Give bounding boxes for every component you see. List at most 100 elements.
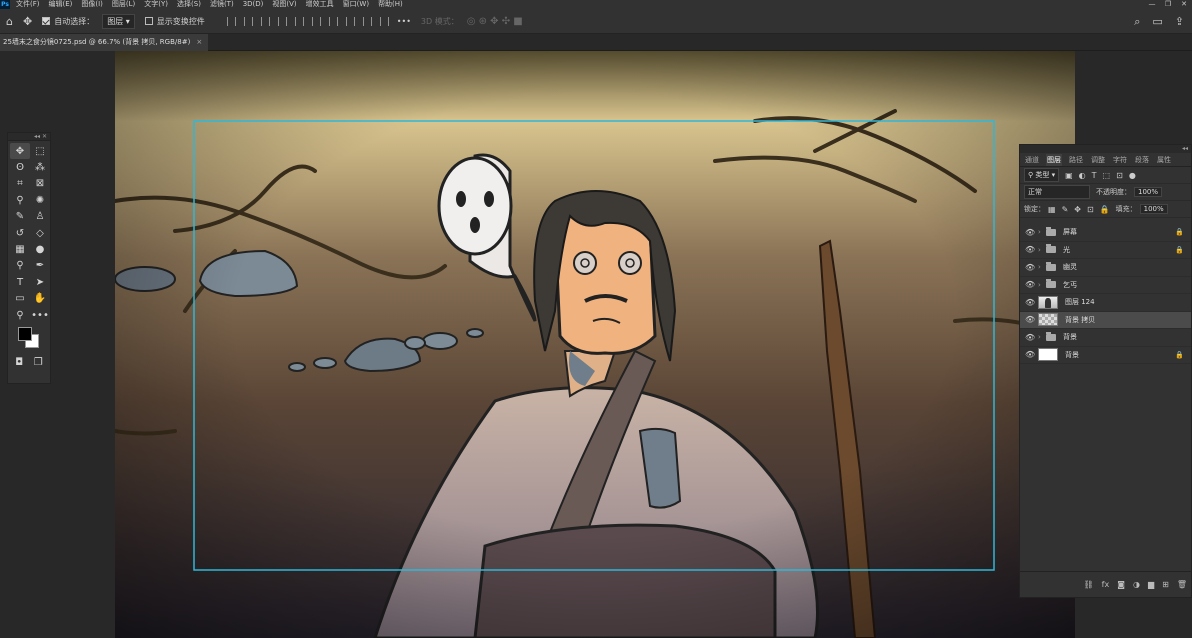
photoshop-logo[interactable]: Ps [0,0,10,9]
pen-tool-icon[interactable]: ✒ [30,258,50,274]
blend-mode-dropdown[interactable]: 正常 [1024,185,1090,199]
workspace-icon[interactable]: ▭ [1152,15,1162,28]
close-tab-icon[interactable]: × [196,34,202,51]
filter-kind-icon[interactable]: ◐ [1079,171,1086,180]
expand-chevron-icon[interactable]: › [1038,246,1046,254]
panel-footer-icon[interactable]: ⊞ [1162,580,1169,589]
layer-row[interactable]: 👁 › 乞丐 [1020,277,1191,294]
lock-option-icon[interactable]: ✥ [1074,205,1081,214]
distribute-right-icon[interactable] [362,16,372,26]
filter-kind-icon[interactable]: ⬚ [1103,171,1111,180]
lock-option-icon[interactable]: ▦ [1048,205,1056,214]
menu-item[interactable]: 图层(L) [112,0,135,9]
search-icon[interactable]: ⌕ [1134,15,1140,29]
screen-mode-icon[interactable]: ❐ [34,357,43,368]
panel-tab[interactable]: 属性 [1156,154,1172,166]
align-right-icon[interactable] [260,16,270,26]
lasso-tool-icon[interactable]: ʘ [10,159,30,175]
menu-item[interactable]: 图像(I) [81,0,103,9]
expand-chevron-icon[interactable]: › [1038,263,1046,271]
panel-header[interactable]: ◂◂ [1020,145,1191,153]
frame-tool-icon[interactable]: ⊠ [30,176,50,192]
menu-item[interactable]: 滤镜(T) [210,0,234,9]
expand-chevron-icon[interactable]: › [1038,333,1046,341]
distribute-center-icon[interactable] [345,16,355,26]
lock-option-icon[interactable]: ⊡ [1087,205,1094,214]
visibility-eye-icon[interactable]: 👁 [1025,280,1038,289]
panel-tab[interactable]: 图层 [1046,154,1062,166]
canvas[interactable] [115,51,1075,638]
dodge-tool-icon[interactable]: ⚲ [10,258,30,274]
eyedropper-tool-icon[interactable]: ⚲ [10,192,30,208]
align-top-icon[interactable] [277,16,287,26]
restore-icon[interactable]: ❐ [1160,0,1176,9]
panel-tab[interactable]: 段落 [1134,154,1150,166]
spot-healing-tool-icon[interactable]: ✺ [30,192,50,208]
opacity-input[interactable]: 100% [1134,187,1163,197]
menu-item[interactable]: 3D(D) [243,0,264,9]
fill-input[interactable]: 100% [1139,204,1168,214]
panel-tab[interactable]: 路径 [1068,154,1084,166]
foreground-color-swatch[interactable] [18,327,32,342]
blur-tool-icon[interactable]: ● [30,241,50,257]
gradient-tool-icon[interactable]: ▦ [10,241,30,257]
stamp-tool-icon[interactable]: ♙ [30,209,50,225]
move-tool-icon[interactable]: ✥ [23,9,32,33]
3d-orbit-icon[interactable]: ◎ ⊛ ✥ ✣ ■ [467,16,523,27]
more-options-icon[interactable]: ••• [397,9,411,33]
layer-row[interactable]: 👁 › 背景 [1020,329,1191,347]
visibility-eye-icon[interactable]: 👁 [1025,228,1038,237]
panel-tab[interactable]: 通道 [1024,154,1040,166]
panel-tab[interactable]: 调整 [1090,154,1106,166]
menu-item[interactable]: 帮助(H) [378,0,403,9]
auto-select-checkbox[interactable] [42,17,51,25]
document-tab[interactable]: 25墙末之食分镜0725.psd @ 66.7% (背景 拷贝, RGB/8#)… [0,34,209,51]
distribute-left-icon[interactable] [328,16,338,26]
panel-footer-icon[interactable]: ◙ [1117,580,1125,589]
align-center-icon[interactable] [243,16,253,26]
menu-item[interactable]: 窗口(W) [343,0,369,9]
share-icon[interactable]: ⇪ [1175,15,1184,28]
panel-footer-icon[interactable]: fx [1102,580,1110,589]
align-middle-icon[interactable] [294,16,304,26]
filter-kind-icon[interactable]: ▣ [1065,171,1073,180]
move-tool-icon[interactable]: ✥ [10,143,30,160]
layer-row[interactable]: 👁 › 幽灵 [1020,259,1191,277]
lock-option-icon[interactable]: ✎ [1062,205,1069,214]
panel-footer-icon[interactable]: ▆ [1148,580,1154,589]
menu-item[interactable]: 视图(V) [272,0,296,9]
layer-filter-dropdown[interactable]: ⚲ 类型 ▾ [1024,168,1060,182]
lock-option-icon[interactable]: 🔒 [1100,205,1110,214]
align-left-icon[interactable] [226,16,236,26]
menu-item[interactable]: 选择(S) [177,0,201,9]
visibility-eye-icon[interactable]: 👁 [1025,315,1038,324]
layer-row[interactable]: 👁 背景 🔒 [1020,347,1191,364]
minimize-icon[interactable]: — [1144,0,1160,9]
expand-chevron-icon[interactable]: › [1038,281,1046,289]
auto-select-dropdown[interactable]: 图层 ▾ [102,13,135,29]
path-select-tool-icon[interactable]: ➤ [30,274,50,290]
visibility-eye-icon[interactable]: 👁 [1025,350,1038,359]
hand-tool-icon[interactable]: ✋ [30,291,50,307]
layer-row[interactable]: 👁 背景 拷贝 [1020,311,1191,329]
toolbox-header[interactable]: ◂◂ ✕ [8,133,50,141]
magic-wand-tool-icon[interactable]: ⁂ [30,159,50,175]
layer-row[interactable]: 👁 › 光 🔒 [1020,242,1191,259]
panel-footer-icon[interactable]: ◑ [1133,580,1140,589]
panel-tab[interactable]: 字符 [1112,154,1128,166]
shape-tool-icon[interactable]: ▭ [10,291,30,307]
visibility-eye-icon[interactable]: 👁 [1025,298,1038,307]
quick-mask-icon[interactable]: ◘ [15,357,23,368]
show-transform-checkbox[interactable] [144,17,153,25]
menu-item[interactable]: 文字(Y) [144,0,168,9]
more-tools-icon[interactable]: ••• [30,307,50,323]
distribute-top-icon[interactable] [379,16,389,26]
zoom-tool-icon[interactable]: ⚲ [10,307,30,323]
filter-kind-icon[interactable]: ⊡ [1116,171,1123,180]
visibility-eye-icon[interactable]: 👁 [1025,263,1038,272]
filter-kind-icon[interactable]: ● [1129,171,1136,180]
filter-kind-icon[interactable]: T [1092,171,1097,180]
marquee-tool-icon[interactable]: ⬚ [30,143,50,159]
align-bottom-icon[interactable] [311,16,321,26]
history-brush-tool-icon[interactable]: ↺ [10,225,30,241]
